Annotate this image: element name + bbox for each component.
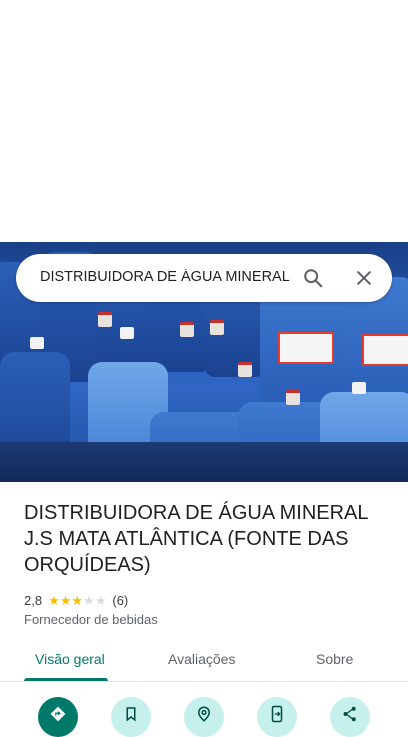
place-category: Fornecedor de bebidas [24, 612, 158, 627]
tab-reviews[interactable]: Avaliações [168, 651, 235, 667]
bottle-cap [286, 390, 300, 405]
tab-indicator [24, 678, 108, 681]
save-button[interactable] [111, 697, 151, 737]
bottle-label [278, 332, 334, 364]
star-icon: ★ [48, 592, 60, 608]
search-icon[interactable] [302, 267, 324, 289]
search-bar[interactable]: DISTRIBUIDORA DE ÁGUA MINERAL [16, 254, 392, 302]
nearby-button[interactable] [184, 697, 224, 737]
share-icon [343, 706, 356, 722]
photo-floor [0, 442, 408, 482]
close-icon[interactable] [354, 268, 374, 288]
bookmark-icon [126, 707, 136, 722]
bottle-cap [30, 337, 44, 349]
rating-row[interactable]: 2,8 ★ ★ ★ ★ ★ (6) [24, 592, 128, 608]
bottle-label [362, 334, 408, 366]
tab-overview[interactable]: Visão geral [35, 651, 105, 667]
bottle-cap [238, 362, 252, 377]
tab-bar: Visão geral Avaliações Sobre [0, 643, 408, 682]
bottle-cap [180, 322, 194, 337]
nearby-icon [197, 706, 211, 722]
directions-button[interactable] [38, 697, 78, 737]
place-title: DISTRIBUIDORA DE ÁGUA MINERAL J.S MATA A… [24, 502, 368, 576]
bottle-cap [210, 320, 224, 335]
star-icon: ★ [94, 592, 107, 608]
star-icon: ★ [71, 592, 84, 608]
directions-icon [50, 706, 66, 722]
search-input[interactable]: DISTRIBUIDORA DE ÁGUA MINERAL [40, 269, 290, 285]
bottle-cap [352, 382, 366, 394]
bottle-cap [98, 312, 112, 327]
share-button[interactable] [330, 697, 370, 737]
rating-value: 2,8 [24, 592, 43, 608]
tab-about[interactable]: Sobre [316, 651, 353, 667]
star-icon: ★ [59, 592, 72, 608]
map-blank-area [0, 0, 408, 242]
star-icon: ★ [83, 592, 95, 608]
review-count[interactable]: (6) [112, 593, 128, 608]
rating-stars: ★ ★ ★ ★ ★ [48, 594, 106, 607]
bottle-cap [120, 327, 134, 339]
send-to-phone-icon [271, 705, 283, 723]
send-to-phone-button[interactable] [257, 697, 297, 737]
